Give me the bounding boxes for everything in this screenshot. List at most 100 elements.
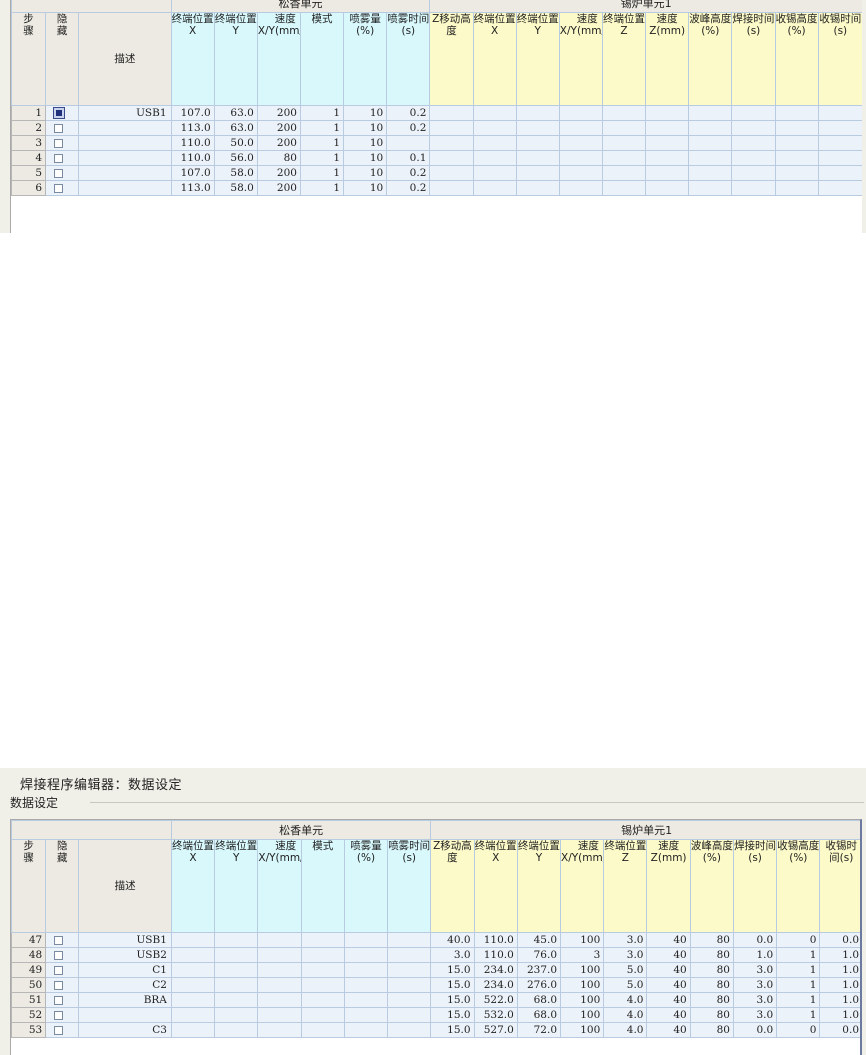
value-cell[interactable]: 113.0 bbox=[170, 180, 215, 196]
value-cell[interactable] bbox=[214, 977, 259, 993]
value-cell[interactable] bbox=[170, 992, 216, 1008]
value-cell[interactable]: 0.1 bbox=[386, 150, 431, 166]
value-cell[interactable] bbox=[601, 180, 647, 196]
desc-cell[interactable] bbox=[78, 165, 172, 181]
value-cell[interactable] bbox=[731, 150, 776, 166]
value-cell[interactable]: 110.0 bbox=[473, 932, 518, 948]
value-cell[interactable]: 100 bbox=[560, 962, 605, 978]
value-cell[interactable]: 100 bbox=[560, 1022, 605, 1038]
value-cell[interactable] bbox=[429, 105, 474, 121]
value-cell[interactable]: 237.0 bbox=[516, 962, 562, 978]
value-cell[interactable]: 1 bbox=[299, 165, 345, 181]
col-header-rosin-1[interactable]: 终端位置X bbox=[170, 839, 216, 933]
col-header-rosin-4[interactable]: 模式 bbox=[299, 12, 345, 106]
value-cell[interactable]: 40 bbox=[646, 947, 691, 963]
col-header-solder-5[interactable]: 终端位置Z bbox=[603, 839, 648, 933]
table-row[interactable]: 5 107.0 58.0 200 1 10 0.2 bbox=[11, 165, 862, 181]
value-cell[interactable] bbox=[558, 105, 603, 121]
value-cell[interactable] bbox=[774, 120, 819, 136]
col-header-solder-2[interactable]: 终端位置X bbox=[472, 12, 517, 106]
value-cell[interactable] bbox=[170, 1022, 216, 1038]
desc-cell[interactable]: USB2 bbox=[78, 947, 172, 963]
hide-checkbox[interactable] bbox=[54, 123, 64, 133]
value-cell[interactable]: 1 bbox=[776, 962, 821, 978]
value-cell[interactable] bbox=[343, 932, 389, 948]
value-cell[interactable] bbox=[558, 150, 603, 166]
value-cell[interactable] bbox=[774, 165, 819, 181]
table-row[interactable]: 1 USB1 107.0 63.0 200 1 10 0.2 bbox=[11, 105, 862, 121]
value-cell[interactable]: 63.0 bbox=[213, 105, 258, 121]
value-cell[interactable]: 50.0 bbox=[213, 135, 258, 151]
value-cell[interactable]: 3.0 bbox=[603, 932, 648, 948]
value-cell[interactable] bbox=[429, 120, 474, 136]
value-cell[interactable] bbox=[257, 932, 302, 948]
value-cell[interactable]: 15.0 bbox=[430, 1007, 475, 1023]
data-grid-top[interactable]: 松香单元 锡炉单元1 步骤 隐藏 描述 终端位置X终端位置Y速度X/Y(mm/s… bbox=[10, 0, 862, 233]
hide-checkbox[interactable] bbox=[54, 183, 64, 193]
row-step-number[interactable]: 3 bbox=[11, 135, 47, 151]
desc-cell[interactable]: C3 bbox=[78, 1022, 172, 1038]
value-cell[interactable]: 527.0 bbox=[473, 1022, 518, 1038]
table-row[interactable]: 47 USB1 40.0 110.0 45.0 100 3.0 40 80 0.0 0 0.0 bbox=[11, 932, 860, 948]
value-cell[interactable]: 110.0 bbox=[170, 135, 215, 151]
value-cell[interactable]: 107.0 bbox=[170, 105, 215, 121]
value-cell[interactable]: 80 bbox=[689, 977, 734, 993]
value-cell[interactable]: 100 bbox=[560, 932, 605, 948]
value-cell[interactable]: 56.0 bbox=[213, 150, 258, 166]
value-cell[interactable] bbox=[300, 947, 345, 963]
value-cell[interactable] bbox=[386, 135, 431, 151]
value-cell[interactable] bbox=[472, 135, 517, 151]
col-header-rosin-6[interactable]: 喷雾时间(s) bbox=[387, 839, 432, 933]
value-cell[interactable] bbox=[387, 977, 432, 993]
value-cell[interactable] bbox=[170, 962, 216, 978]
value-cell[interactable]: 234.0 bbox=[473, 977, 518, 993]
value-cell[interactable]: 3 bbox=[560, 947, 605, 963]
value-cell[interactable]: 200 bbox=[256, 105, 301, 121]
value-cell[interactable]: 80 bbox=[689, 1022, 734, 1038]
value-cell[interactable] bbox=[774, 180, 819, 196]
row-step-number[interactable]: 2 bbox=[11, 120, 47, 136]
value-cell[interactable]: 200 bbox=[256, 135, 301, 151]
value-cell[interactable]: 200 bbox=[256, 180, 301, 196]
value-cell[interactable] bbox=[688, 165, 733, 181]
value-cell[interactable]: 40 bbox=[646, 977, 691, 993]
col-header-solder-8[interactable]: 焊接时间(s) bbox=[732, 839, 778, 933]
value-cell[interactable]: 276.0 bbox=[516, 977, 562, 993]
hide-checkbox[interactable] bbox=[54, 138, 64, 148]
value-cell[interactable]: 0.0 bbox=[819, 1022, 860, 1038]
col-header-solder-4[interactable]: 速度X/Y(mm/s) bbox=[558, 12, 603, 106]
col-header-solder-3[interactable]: 终端位置Y bbox=[515, 12, 560, 106]
value-cell[interactable]: 80 bbox=[689, 992, 734, 1008]
value-cell[interactable]: 80 bbox=[689, 947, 734, 963]
value-cell[interactable]: 110.0 bbox=[170, 150, 215, 166]
value-cell[interactable]: 0 bbox=[776, 1022, 821, 1038]
row-step-number[interactable]: 50 bbox=[11, 977, 47, 993]
value-cell[interactable] bbox=[774, 105, 819, 121]
value-cell[interactable] bbox=[558, 135, 603, 151]
value-cell[interactable]: 80 bbox=[689, 962, 734, 978]
value-cell[interactable]: 1 bbox=[776, 992, 821, 1008]
table-row[interactable]: 53 C3 15.0 527.0 72.0 100 4.0 40 80 0.0 0 0.0 bbox=[11, 1022, 860, 1038]
value-cell[interactable] bbox=[645, 180, 690, 196]
value-cell[interactable] bbox=[601, 135, 647, 151]
value-cell[interactable] bbox=[214, 1022, 259, 1038]
value-cell[interactable] bbox=[688, 150, 733, 166]
value-cell[interactable] bbox=[601, 165, 647, 181]
value-cell[interactable]: 3.0 bbox=[732, 977, 778, 993]
value-cell[interactable]: 1.0 bbox=[819, 1007, 860, 1023]
desc-cell[interactable] bbox=[78, 180, 172, 196]
value-cell[interactable]: 1 bbox=[776, 947, 821, 963]
col-header-desc[interactable]: 描述 bbox=[78, 12, 172, 106]
value-cell[interactable]: 100 bbox=[560, 1007, 605, 1023]
value-cell[interactable]: 1 bbox=[299, 135, 345, 151]
col-header-solder-10[interactable]: 收锡时间(s) bbox=[817, 12, 862, 106]
value-cell[interactable]: 10 bbox=[343, 165, 388, 181]
value-cell[interactable] bbox=[300, 1022, 345, 1038]
value-cell[interactable]: 72.0 bbox=[516, 1022, 562, 1038]
value-cell[interactable]: 1.0 bbox=[732, 947, 778, 963]
value-cell[interactable]: 10 bbox=[343, 150, 388, 166]
row-step-number[interactable]: 53 bbox=[11, 1022, 47, 1038]
value-cell[interactable]: 107.0 bbox=[170, 165, 215, 181]
value-cell[interactable] bbox=[170, 947, 216, 963]
value-cell[interactable]: 0.2 bbox=[386, 165, 431, 181]
